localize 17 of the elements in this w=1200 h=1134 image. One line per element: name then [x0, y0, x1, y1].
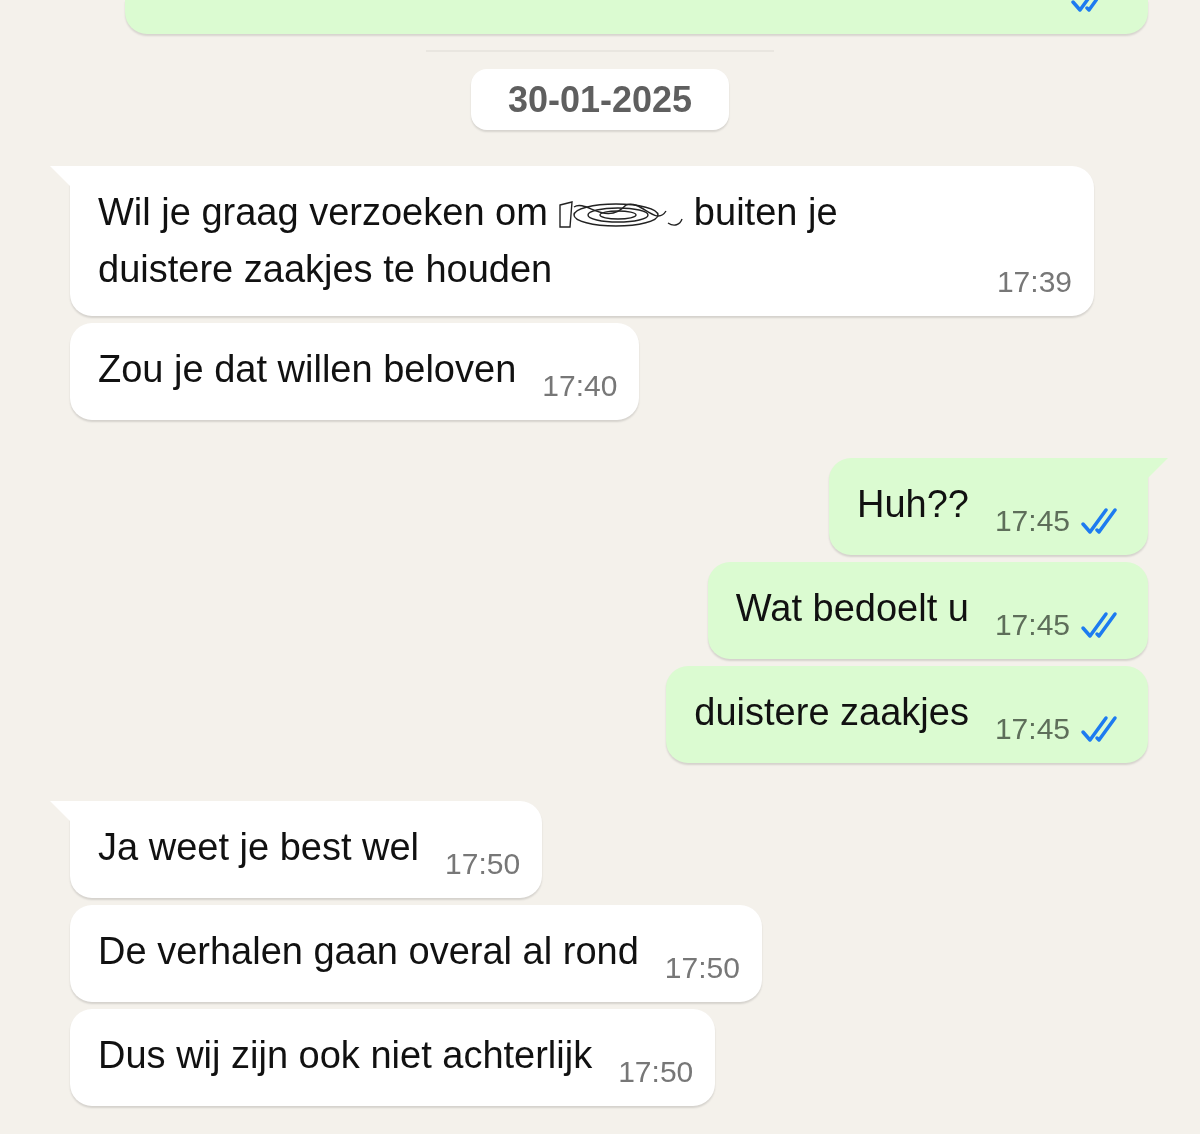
date-chip: 30-01-2025 — [470, 69, 730, 130]
message-time: 17:39 — [996, 264, 1072, 300]
message-text: duistere zaakjes — [694, 690, 969, 735]
message-text: Wat bedoelt u — [735, 586, 969, 631]
message-text: Ja weet je best wel — [98, 825, 420, 870]
message-text: Huh?? — [856, 482, 969, 527]
message-time: 17:40 — [542, 368, 618, 404]
message-time: 17:45 — [994, 607, 1070, 643]
message-text: De verhalen gaan overal al rond — [98, 929, 639, 974]
message-time: 17:45 — [994, 503, 1070, 539]
message-text: Dus wij zijn ook niet achterlijk — [98, 1033, 593, 1078]
message-time: 17:50 — [445, 846, 521, 882]
message-text: Wil je graag verzoeken om buiten je duistere zaakjes te houden — [98, 190, 839, 292]
message-time: 17:50 — [618, 1054, 694, 1090]
message-text: Zou je dat willen beloven — [98, 347, 517, 392]
message-time: 17:50 — [664, 950, 740, 986]
message-time: 17:45 — [994, 711, 1070, 747]
